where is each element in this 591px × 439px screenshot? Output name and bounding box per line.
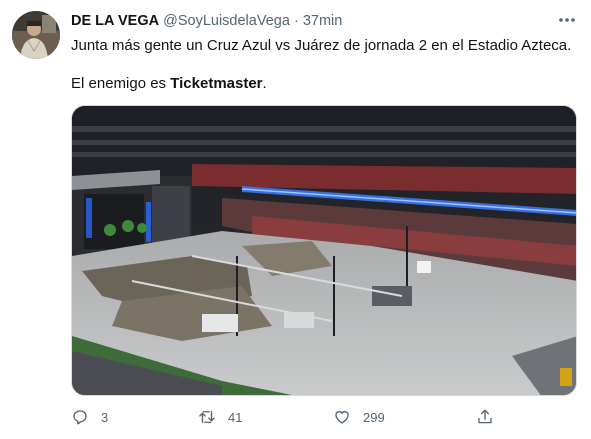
- heart-icon: [335, 411, 349, 424]
- retweet-count: 41: [228, 409, 243, 425]
- retweet-button[interactable]: 41: [198, 405, 242, 429]
- tweet[interactable]: DE LA VEGA @SoyLuisdelaVega · 37min Junt…: [0, 0, 591, 439]
- tweet-text-prefix: El enemigo es: [71, 75, 171, 92]
- stadium-photo: [72, 106, 576, 395]
- timestamp[interactable]: 37min: [303, 13, 343, 29]
- more-button[interactable]: [556, 10, 578, 30]
- reply-icon: [73, 410, 87, 425]
- share-button[interactable]: [476, 405, 494, 429]
- tweet-actions: 3 41 299: [71, 405, 571, 429]
- tweet-text-bold: Ticketmaster: [170, 75, 263, 92]
- reply-count: 3: [101, 409, 109, 425]
- retweet-icon: [199, 411, 215, 423]
- like-count: 299: [363, 409, 385, 425]
- reply-button[interactable]: 3: [71, 405, 108, 429]
- tweet-header: DE LA VEGA @SoyLuisdelaVega · 37min: [71, 12, 342, 30]
- share-icon: [478, 409, 492, 424]
- display-name[interactable]: DE LA VEGA: [71, 13, 159, 29]
- more-icon: [559, 18, 575, 22]
- like-button[interactable]: 299: [333, 405, 385, 429]
- user-handle[interactable]: @SoyLuisdelaVega: [163, 13, 290, 29]
- tweet-text-line2: El enemigo es Ticketmaster.: [71, 74, 267, 94]
- tweet-text-line1: Junta más gente un Cruz Azul vs Juárez d…: [71, 37, 572, 54]
- tweet-text-suffix: .: [262, 75, 267, 92]
- avatar-image: [12, 11, 60, 59]
- tweet-photo[interactable]: [71, 105, 577, 396]
- avatar[interactable]: [12, 11, 60, 59]
- separator-dot: ·: [293, 13, 299, 29]
